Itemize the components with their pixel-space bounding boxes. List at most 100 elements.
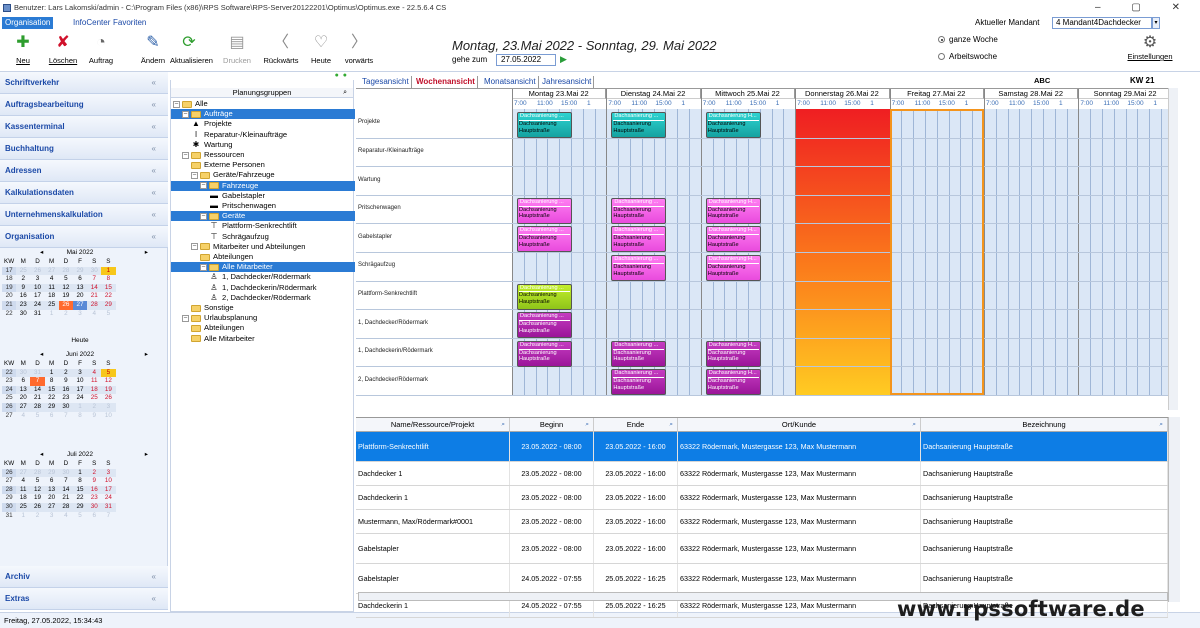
tree-node-sonstige[interactable]: Sonstige — [191, 303, 234, 313]
collapse-icon[interactable]: « — [152, 226, 156, 248]
list-vertical-scrollbar[interactable] — [1168, 417, 1180, 602]
calendar-day[interactable]: 30 — [58, 468, 73, 478]
appointment-event[interactable]: Dachsanierung ... Dachsanierung Hauptstraß… — [517, 312, 572, 339]
calendar-day[interactable]: 25 — [16, 502, 31, 512]
appointment-event[interactable]: Dachsanierung H... Dachsanierung Hauptstra… — [705, 197, 761, 224]
calendar-day[interactable]: 28 — [58, 266, 73, 276]
next-month-icon[interactable]: ▸ — [145, 450, 148, 460]
collapse-toggle-icon[interactable]: – — [200, 263, 207, 271]
calendar-day[interactable]: 19 — [101, 385, 116, 395]
toolbar-auftrag-button[interactable]: ◔ Auftrag — [82, 33, 120, 65]
prev-month-icon[interactable]: ◂ — [40, 248, 43, 258]
next-month-icon[interactable]: ▸ — [145, 248, 148, 258]
calendar-day[interactable]: 30 — [58, 402, 73, 412]
calendar-day[interactable]: 10 — [101, 477, 115, 486]
calendar-day[interactable]: 14 — [58, 485, 73, 495]
calendar-day[interactable]: 27 — [16, 402, 31, 412]
calendar-day[interactable]: 30 — [87, 502, 102, 512]
toolbar-ändern-button[interactable]: ✎ Ändern — [134, 33, 172, 65]
calendar-day[interactable]: 28 — [87, 300, 102, 310]
calendar-day[interactable]: 1 — [44, 368, 59, 378]
list-row[interactable]: Plattform-Senkrechtlift 23.05.2022 - 08:0… — [356, 432, 1168, 462]
collapse-toggle-icon[interactable]: – — [200, 212, 207, 220]
calendar-day[interactable]: 1 — [72, 402, 88, 412]
appointment-event[interactable]: Dachsanierung ... Dachsanierung Hauptstraß… — [611, 340, 667, 367]
calendar-day[interactable]: 18 — [87, 385, 102, 395]
radio-arbeitswoche[interactable]: Arbeitswoche — [938, 52, 997, 61]
calendar-day[interactable]: 1 — [16, 512, 30, 521]
calendar-day[interactable]: 1 — [45, 310, 59, 319]
calendar-day[interactable]: 7 — [59, 477, 73, 486]
collapse-toggle-icon[interactable]: – — [182, 314, 189, 322]
tree-node-1-dachdeckerin-rödermark[interactable]: ♙ 1, Dachdeckerin/Rödermark — [209, 283, 316, 293]
mandant-select[interactable]: 4 Mandant4Dachdecker — [1052, 17, 1152, 29]
calendar-day[interactable]: 5 — [101, 368, 116, 378]
appointment-event[interactable]: Dachsanierung ... Dachsanierung Hauptstraß… — [611, 226, 667, 253]
tree-node-geräte[interactable]: – Geräte — [171, 211, 355, 222]
calendar-day[interactable]: 10 — [30, 283, 45, 293]
today-link[interactable]: Heute — [0, 337, 160, 344]
calendar-day[interactable]: 11 — [87, 377, 101, 386]
tree-node-alle-mitarbeiter[interactable]: Alle Mitarbeiter — [191, 334, 255, 344]
calendar-day[interactable]: 4 — [16, 412, 30, 421]
day-header[interactable]: Dienstag 24.Mai 22 — [606, 89, 701, 99]
calendar-day[interactable]: 7 — [30, 377, 45, 386]
appointment-event[interactable]: Dachsanierung H... Dachsanierung Hauptstra… — [705, 112, 761, 138]
calendar-day[interactable]: 9 — [16, 283, 31, 293]
calendar-day[interactable]: 29 — [44, 402, 59, 412]
calendar-day[interactable]: 5 — [101, 310, 115, 319]
menu-infocenter[interactable]: InfoCenter — [70, 17, 113, 29]
tab-jahresansicht[interactable]: Jahresansicht — [540, 76, 595, 88]
calendar-day[interactable]: 5 — [30, 477, 44, 486]
calendar-day[interactable]: 8 — [101, 275, 115, 284]
collapse-icon[interactable]: « — [152, 94, 156, 116]
calendar-day[interactable]: 10 — [101, 412, 115, 421]
calendar-day[interactable]: 29 — [72, 502, 88, 512]
calendar-day[interactable]: 27 — [72, 300, 88, 310]
calendar-day[interactable]: 2 — [87, 468, 102, 478]
calendar-day[interactable]: 11 — [16, 485, 31, 495]
toolbar-drucken-button[interactable]: ▤ Drucken — [218, 33, 256, 65]
calendar-day[interactable]: 22 — [73, 494, 87, 503]
calendar-day[interactable]: 5 — [30, 412, 44, 421]
calendar-day[interactable]: 25 — [16, 266, 31, 276]
calendar-day[interactable]: 4 — [16, 477, 30, 486]
tree-node-schrägaufzug[interactable]: ⊤ Schrägaufzug — [209, 232, 269, 242]
tree-node-urlaubsplanung[interactable]: – Urlaubsplanung — [182, 313, 257, 323]
appointment-event[interactable]: Dachsanierung H... Dachsanierung Hauptstra… — [705, 226, 761, 253]
menu-favoriten[interactable]: Favoriten — [110, 17, 149, 29]
calendar-day[interactable]: 23 — [16, 300, 31, 310]
calendar-day[interactable]: 20 — [45, 494, 59, 503]
calendar-day[interactable]: 4 — [59, 512, 73, 521]
calendar-day[interactable]: 31 — [30, 310, 44, 319]
calendar-day[interactable]: 8 — [45, 377, 59, 386]
calendar-day[interactable]: 29 — [101, 300, 116, 310]
calendar-day[interactable]: 21 — [87, 292, 101, 301]
calendar-day[interactable]: 6 — [16, 377, 30, 386]
calendar-day[interactable]: 14 — [30, 385, 45, 395]
appointment-event[interactable]: Dachsanierung ... Dachsanierung Hauptstraß… — [611, 369, 667, 396]
calendar-day[interactable]: 1 — [101, 266, 116, 276]
column-header-beginn[interactable]: Beginn ⌕ — [510, 418, 594, 432]
calendar-day[interactable]: 4 — [87, 368, 102, 378]
calendar-day[interactable]: 26 — [101, 394, 115, 403]
day-header[interactable]: Sonntag 29.Mai 22 — [1078, 89, 1173, 99]
sidebar-section-archiv[interactable]: Archiv « — [0, 566, 168, 588]
goto-date-input[interactable]: 27.05.2022 — [496, 54, 556, 66]
sidebar-section-buchhaltung[interactable]: Buchhaltung « — [0, 138, 168, 160]
collapse-icon[interactable]: « — [152, 182, 156, 204]
sidebar-section-extras[interactable]: Extras « — [0, 588, 168, 610]
tree-node-abteilungen[interactable]: Abteilungen — [191, 323, 244, 333]
calendar-day[interactable]: 2 — [58, 368, 73, 378]
calendar-day[interactable]: 15 — [101, 283, 116, 293]
tree-node-gabelstapler[interactable]: ▬ Gabelstapler — [209, 191, 265, 201]
calendar-day[interactable]: 23 — [59, 394, 73, 403]
planner-scrollbar[interactable] — [1168, 88, 1178, 410]
calendar-day[interactable]: 12 — [30, 485, 45, 495]
appointment-event[interactable]: Dachsanierung ... Dachsanierung Hauptstraß… — [611, 197, 667, 224]
day-header[interactable]: Donnerstag 26.Mai 22 — [795, 89, 890, 99]
calendar-day[interactable]: 18 — [45, 292, 59, 301]
tree-node-1-dachdecker-rödermark[interactable]: ♙ 1, Dachdecker/Rödermark — [209, 272, 310, 282]
appointment-event[interactable]: Dachsanierung ... Dachsanierung Hauptstraß… — [611, 112, 667, 138]
settings-button[interactable]: ⚙ Einstellungen — [1122, 34, 1178, 61]
